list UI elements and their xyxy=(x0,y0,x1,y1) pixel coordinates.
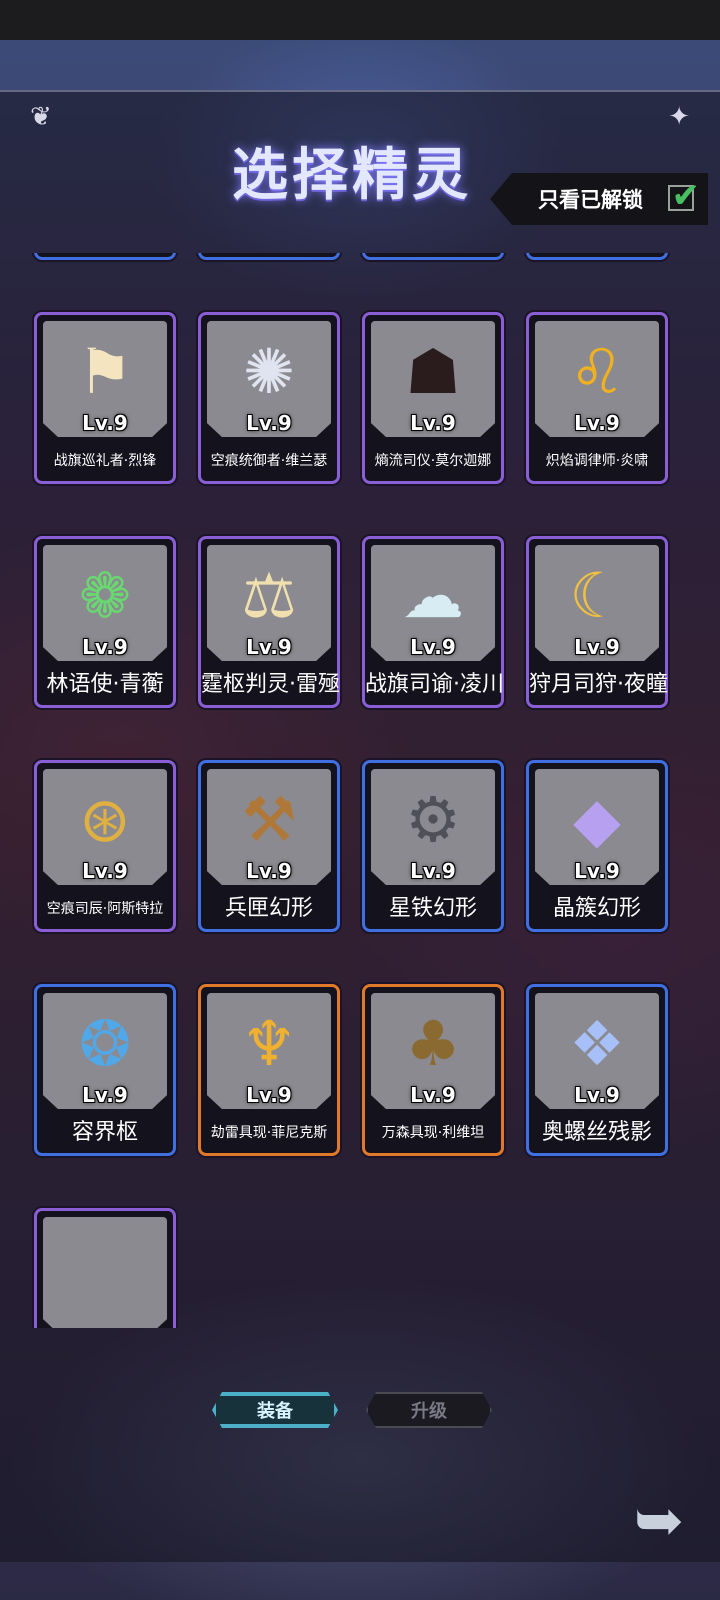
spirit-art-icon: ☗ xyxy=(405,335,461,408)
back-arrow-icon[interactable]: ➥ xyxy=(622,1484,696,1558)
unlocked-only-toggle[interactable]: 只看已解锁 ✔ xyxy=(490,173,708,225)
spirit-card[interactable]: ⚡Lv.9鸣雷琴师 xyxy=(362,253,504,260)
ornament-right-icon: ✦ xyxy=(668,102,690,132)
spirit-level: Lv.9 xyxy=(410,859,456,883)
spirit-art-icon: ❖ xyxy=(569,1007,625,1080)
spirit-card[interactable]: ◆ Lv.9 晶簇幻形 xyxy=(526,760,668,932)
spirit-card[interactable]: ❖ Lv.9 奥螺丝残影 xyxy=(526,984,668,1156)
spirit-art-icon: ❁ xyxy=(79,559,131,632)
spirit-card[interactable] xyxy=(34,1208,176,1328)
spirit-name: 奥螺丝残影 xyxy=(541,1120,652,1145)
spirit-name: 空痕司辰·阿斯特拉 xyxy=(46,901,164,917)
spirit-name: 战旗司谕·凌川 xyxy=(365,672,504,697)
page-title: 选择精灵 xyxy=(232,142,472,208)
spirit-name: 兵匣幻形 xyxy=(224,896,313,921)
spirit-art-icon: ◆ xyxy=(573,783,621,856)
spirit-level: Lv.9 xyxy=(246,1083,292,1107)
spirit-name: 战旗巡礼者·烈锋 xyxy=(53,453,157,469)
spirit-name: 万森具现·利维坦 xyxy=(381,1125,485,1141)
spirit-level: Lv.9 xyxy=(82,635,128,659)
ornament-left-icon: ❦ xyxy=(30,102,52,132)
spirit-card[interactable]: 🔥Lv.9焰心舞者 xyxy=(34,253,176,260)
spirit-art-icon: ⚒ xyxy=(241,783,297,856)
spirit-card[interactable]: ⚖ Lv.9 霆枢判灵·雷殛 xyxy=(198,536,340,708)
spirit-card[interactable]: ⚙ Lv.9 星铁幻形 xyxy=(362,760,504,932)
spirit-name: 晶簇幻形 xyxy=(552,896,641,921)
spirit-level: Lv.9 xyxy=(246,859,292,883)
spirit-name: 林语使·青蘅 xyxy=(46,672,164,697)
spirit-level: Lv.9 xyxy=(574,635,620,659)
spirit-level: Lv.9 xyxy=(246,635,292,659)
spirit-level: Lv.9 xyxy=(410,1083,456,1107)
spirit-name: 熵流司仪·莫尔迦娜 xyxy=(374,453,492,469)
spirit-art-icon: ☁ xyxy=(402,559,464,632)
unlocked-only-label: 只看已解锁 xyxy=(538,188,643,212)
spirit-level: Lv.9 xyxy=(410,635,456,659)
spirit-level: Lv.9 xyxy=(574,411,620,435)
spirit-name: 容界枢 xyxy=(71,1120,138,1145)
equip-button[interactable]: 装备 xyxy=(212,1392,338,1428)
spirit-name: 鸣雷琴师 xyxy=(365,253,501,255)
spirit-art-icon: ✺ xyxy=(243,335,295,408)
spirit-art-icon: ☾ xyxy=(569,559,625,632)
spirit-name: 霆枢判灵·雷殛 xyxy=(201,672,340,697)
spirit-card[interactable]: ✺ Lv.9 空痕统御者·维兰瑟 xyxy=(198,312,340,484)
status-bar xyxy=(0,0,720,40)
spirit-name: 炽焰调律师·炎啸 xyxy=(545,453,649,469)
spirit-card[interactable]: ⚑ Lv.9 战旗巡礼者·烈锋 xyxy=(34,312,176,484)
spirit-name: 空痕统御者·维兰瑟 xyxy=(210,453,328,469)
spirit-card[interactable]: ⌛Lv.9时空精灵 xyxy=(526,253,668,260)
spirit-card[interactable]: ☗ Lv.9 熵流司仪·莫尔迦娜 xyxy=(362,312,504,484)
spirit-grid[interactable]: 🔥Lv.9焰心舞者 🌊Lv.9碧波歌者 ⚡Lv.9鸣雷琴师 ⌛Lv.9时空精灵 ⚑ Lv.… xyxy=(30,253,680,1328)
spirit-card[interactable]: ⚒ Lv.9 兵匣幻形 xyxy=(198,760,340,932)
spirit-name: 碧波歌者 xyxy=(201,253,337,255)
spirit-card[interactable]: ♆ Lv.9 劫雷具现·菲尼克斯 xyxy=(198,984,340,1156)
spirit-level: Lv.9 xyxy=(410,411,456,435)
check-icon: ✔ xyxy=(671,176,701,216)
spirit-level: Lv.9 xyxy=(82,1083,128,1107)
spirit-level: Lv.9 xyxy=(246,411,292,435)
spirit-art-icon: ❂ xyxy=(79,1007,131,1080)
spirit-level: Lv.9 xyxy=(82,859,128,883)
spirit-art-icon: ♆ xyxy=(241,1007,297,1080)
upgrade-button[interactable]: 升级 xyxy=(366,1392,492,1428)
spirit-card[interactable]: ⊛ Lv.9 空痕司辰·阿斯特拉 xyxy=(34,760,176,932)
spirit-card[interactable]: ☾ Lv.9 狩月司狩·夜瞳 xyxy=(526,536,668,708)
spirit-name: 劫雷具现·菲尼克斯 xyxy=(210,1125,328,1141)
spirit-art-icon: ⊛ xyxy=(79,783,131,856)
spirit-art-icon: ♌ xyxy=(569,335,625,408)
spirit-name: 时空精灵 xyxy=(529,253,665,255)
spirit-name: 焰心舞者 xyxy=(37,253,173,255)
spirit-name: 星铁幻形 xyxy=(388,896,477,921)
spirit-art-icon: ⚑ xyxy=(77,335,133,408)
spirit-card[interactable]: ❂ Lv.9 容界枢 xyxy=(34,984,176,1156)
spirit-art-icon: ⚖ xyxy=(241,559,297,632)
spirit-level: Lv.9 xyxy=(82,411,128,435)
spirit-name: 狩月司狩·夜瞳 xyxy=(529,672,668,697)
spirit-card[interactable]: 🌊Lv.9碧波歌者 xyxy=(198,253,340,260)
spirit-portrait xyxy=(43,1217,167,1328)
spirit-card[interactable]: ☁ Lv.9 战旗司谕·凌川 xyxy=(362,536,504,708)
spirit-art-icon: ♣ xyxy=(405,1007,461,1080)
spirit-art-icon: ⚙ xyxy=(405,783,461,856)
spirit-card[interactable]: ❁ Lv.9 林语使·青蘅 xyxy=(34,536,176,708)
spirit-level: Lv.9 xyxy=(574,859,620,883)
spirit-level: Lv.9 xyxy=(574,1083,620,1107)
spirit-card[interactable]: ♌ Lv.9 炽焰调律师·炎啸 xyxy=(526,312,668,484)
spirit-card[interactable]: ♣ Lv.9 万森具现·利维坦 xyxy=(362,984,504,1156)
